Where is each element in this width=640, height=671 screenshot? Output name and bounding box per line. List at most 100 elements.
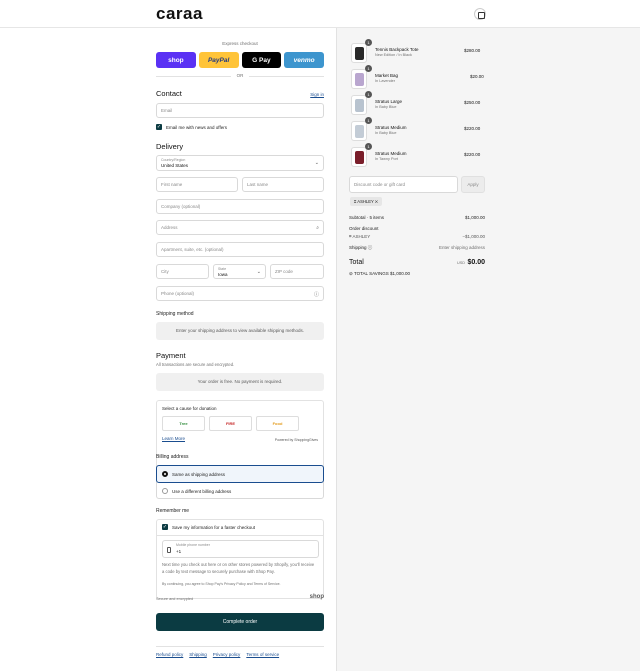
first-name-field[interactable] [156, 177, 238, 192]
mobile-phone-field[interactable]: Mobile phone number +1 [162, 540, 319, 558]
shipping-label: Shipping [349, 245, 367, 250]
subtotal-value: $1,000.00 [464, 215, 485, 220]
privacy-policy-link[interactable]: Privacy policy [213, 652, 241, 657]
chevron-down-icon: ⌄ [256, 269, 261, 275]
item-name: Stratus Large [375, 99, 403, 104]
donation-title: Select a cause for donation [162, 406, 217, 411]
shopping-bag-icon[interactable] [474, 8, 486, 20]
city-input[interactable] [157, 265, 208, 278]
item-variant: In Lavender [375, 79, 396, 83]
footer-divider [156, 646, 324, 647]
product-thumbnail [351, 147, 367, 167]
billing-same-label: Same as shipping address [172, 472, 226, 477]
payment-heading: Payment [156, 351, 186, 360]
terms-of-service-link[interactable]: Terms of service [246, 652, 279, 657]
complete-order-button[interactable]: Complete order [156, 613, 324, 631]
total-currency: USD [456, 261, 465, 265]
phone-field[interactable]: ⓘ [156, 286, 324, 301]
total-savings: ⊘ TOTAL SAVINGS $1,000.00 [349, 271, 410, 277]
radio-selected[interactable] [162, 471, 168, 477]
total-value: $0.00 [467, 259, 485, 266]
state-select[interactable]: State Iowa ⌄ [213, 264, 266, 279]
last-name-field[interactable] [242, 177, 324, 192]
company-field[interactable] [156, 199, 324, 214]
apartment-field[interactable] [156, 242, 324, 257]
quantity-badge: 1 [365, 117, 372, 124]
phone-icon [167, 547, 171, 553]
email-input[interactable] [157, 104, 323, 117]
product-image [355, 73, 364, 86]
last-name-input[interactable] [243, 178, 323, 191]
close-icon[interactable]: ✕ [375, 199, 378, 204]
item-price: $250.00 [464, 100, 481, 105]
newsletter-checkbox[interactable]: ✓ [156, 124, 162, 130]
quantity-badge: 1 [365, 143, 372, 150]
payment-info-box: Your order is free. No payment is requir… [156, 373, 324, 391]
item-price: $220.00 [464, 126, 481, 131]
cart-item: 1 Stratus Medium In Baby Blue [351, 117, 487, 143]
zip-input[interactable] [271, 265, 323, 278]
contact-heading: Contact [156, 89, 182, 98]
billing-option-different[interactable]: Use a different billing address [157, 483, 323, 500]
google-pay-button[interactable]: G Pay [241, 52, 282, 68]
express-buttons: shop PayPal G Pay venmo [156, 52, 324, 68]
item-name: Stratus Medium [375, 151, 407, 156]
address-field[interactable]: ⌕ [156, 220, 324, 235]
phone-input[interactable] [157, 287, 323, 300]
item-price: $20.00 [470, 74, 484, 79]
shipping-link[interactable]: Shipping [189, 652, 207, 657]
help-icon[interactable]: ⓘ [367, 245, 373, 250]
company-input[interactable] [157, 200, 323, 213]
state-label: State [218, 267, 227, 271]
discount-code-input[interactable] [350, 177, 457, 192]
item-price: $220.00 [464, 152, 481, 157]
discount-tag: ⌗ ASHLEY ✕ [350, 197, 383, 206]
zip-field[interactable] [270, 264, 324, 279]
cause-option-tree[interactable]: Tree [162, 416, 205, 431]
quantity-badge: 1 [365, 39, 372, 46]
country-value: United States [161, 163, 189, 168]
cart-item: 1 Tennis Backpack Tote New Edition / In … [351, 39, 487, 65]
powered-by-label: Powered by ShoppingGives [274, 438, 318, 442]
country-select[interactable]: Country/Region United States ⌄ [156, 155, 324, 171]
email-field[interactable] [156, 103, 324, 118]
save-info-checkbox[interactable]: ✓ [162, 524, 168, 530]
savings-text: TOTAL SAVINGS $1,000.00 [353, 271, 411, 276]
refund-policy-link[interactable]: Refund policy [156, 652, 183, 657]
sign-in-link[interactable]: Sign in [310, 92, 324, 97]
address-input[interactable] [157, 221, 323, 234]
apply-discount-button[interactable]: Apply [461, 176, 485, 193]
shop-pay-button[interactable]: shop [156, 52, 196, 68]
shop-pay-terms: By continuing, you agree to Shop Pay's P… [162, 582, 281, 586]
secure-label: Secure and encrypted [156, 597, 194, 601]
store-logo[interactable]: caraa [156, 4, 203, 24]
cause-option-fire[interactable]: FIRE [209, 416, 252, 431]
item-variant: In Baby Blue [375, 131, 397, 135]
order-discount-row: Order discount [349, 226, 485, 231]
venmo-button[interactable]: venmo [284, 52, 324, 68]
learn-more-link[interactable]: Learn More [162, 436, 185, 441]
shop-logo: shop [309, 594, 324, 600]
first-name-input[interactable] [157, 178, 237, 191]
total-label: Total [349, 259, 364, 266]
shipping-info-box: Enter your shipping address to view avai… [156, 322, 324, 340]
discount-code-field[interactable] [349, 176, 458, 193]
help-icon[interactable]: ⓘ [314, 291, 319, 298]
shipping-value: Enter shipping address [438, 245, 485, 250]
chevron-down-icon: ⌄ [314, 160, 319, 166]
item-name: Tennis Backpack Tote [375, 47, 419, 52]
discount-value: −$1,000.00 [462, 234, 485, 239]
paypal-button[interactable]: PayPal [198, 52, 239, 68]
item-name: Stratus Medium [375, 125, 407, 130]
cart-item: 1 Stratus Large In Baby Blue [351, 91, 487, 117]
order-discount-label: Order discount [349, 226, 379, 231]
item-name: Market Bag [375, 73, 399, 78]
billing-option-same[interactable]: Same as shipping address [156, 465, 324, 483]
cause-option-food[interactable]: Food [256, 416, 299, 431]
radio-unselected[interactable] [162, 488, 168, 494]
city-field[interactable] [156, 264, 209, 279]
express-checkout-title: Express checkout [222, 41, 258, 46]
product-thumbnail [351, 121, 367, 141]
remember-heading: Remember me [156, 508, 190, 514]
apartment-input[interactable] [157, 243, 323, 256]
